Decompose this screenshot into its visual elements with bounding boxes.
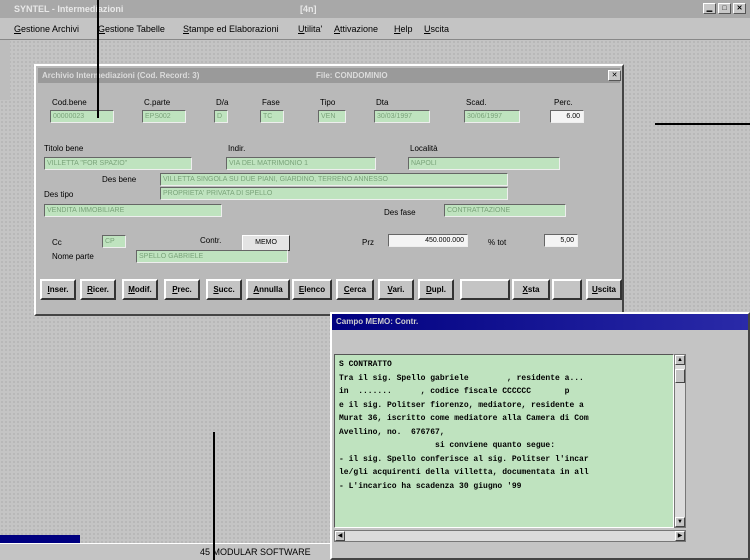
label-nome-parte: Nome parte (52, 252, 94, 261)
menu-utilita[interactable]: Utilita' (298, 24, 322, 34)
memo-line: Murat 36, iscritto come mediatore alla C… (339, 414, 589, 423)
archive-title: Archivio Intermediazioni (Cod. Record: 3… (42, 71, 200, 80)
dupl-button[interactable]: Dupl. (418, 279, 454, 300)
annulla-button[interactable]: Annulla (246, 279, 290, 300)
scroll-right-icon[interactable]: ▶ (675, 531, 685, 541)
memo-line: in ....... , codice fiscale CCCCCC p (339, 387, 570, 396)
minimize-icon[interactable]: ▁ (703, 3, 716, 14)
archive-close-icon[interactable]: ✕ (608, 70, 621, 81)
status-text: 45 MODULAR SOFTWARE (200, 547, 311, 557)
label-titolo-bene: Titolo bene (44, 144, 84, 153)
memo-button[interactable]: MEMO (242, 235, 290, 251)
scroll-left-icon[interactable]: ◀ (335, 531, 345, 541)
memo-title-bar: Campo MEMO: Contr. (332, 314, 748, 330)
cerca-button[interactable]: Cerca (336, 279, 374, 300)
tipo-field[interactable]: VEN (318, 110, 346, 123)
scroll-down-icon[interactable]: ▼ (675, 517, 685, 527)
modif-button[interactable]: Modif. (122, 279, 158, 300)
memo-line: S CONTRATTO (339, 360, 392, 369)
prec-button[interactable]: Prec. (164, 279, 200, 300)
label-scad: Scad. (466, 98, 487, 107)
localita-field[interactable]: NAPOLI (408, 157, 560, 170)
des-tipo-field[interactable]: VENDITA IMMOBILIARE (44, 204, 222, 217)
memo-text-area[interactable]: S CONTRATTO Tra il sig. Spello gabriele … (334, 354, 674, 528)
label-cod-bene: Cod.bene (52, 98, 87, 107)
indir-field[interactable]: VIA DEL MATRIMONIO 1 (226, 157, 376, 170)
label-perc: Perc. (554, 98, 573, 107)
c-parte-field[interactable]: EPS002 (142, 110, 186, 123)
memo-line: Avellino, no. 676767, (339, 427, 445, 437)
pct-tot-field[interactable]: 5,00 (544, 234, 578, 247)
memo-line: e il sig. Politser fiorenzo, mediatore, … (339, 400, 584, 410)
memo-vertical-scrollbar[interactable]: ▲ ▼ (674, 354, 686, 528)
des-fase-field[interactable]: CONTRATTAZIONE (444, 204, 566, 217)
label-des-tipo: Des tipo (44, 190, 74, 199)
close-icon[interactable]: ✕ (733, 3, 746, 14)
label-pct-tot: % tot (488, 238, 507, 247)
menu-gestione-archivi[interactable]: Gestione Archivi (14, 24, 79, 34)
menu-bar: Gestione Archivi Gestione Tabelle Stampe… (0, 18, 750, 40)
maximize-icon[interactable]: □ (718, 3, 731, 14)
label-c-parte: C.parte (144, 98, 171, 107)
menu-uscita[interactable]: Uscita (424, 24, 449, 34)
label-des-bene: Des bene (102, 175, 137, 184)
memo-line: - L'incarico ha scadenza 30 giugno '99 (339, 481, 522, 491)
label-contr: Contr. (200, 236, 222, 245)
archive-window: Archivio Intermediazioni (Cod. Record: 3… (34, 64, 624, 316)
inser-button[interactable]: Inser. (40, 279, 76, 300)
memo-line: si conviene quanto segue: (339, 441, 556, 450)
titolo-bene-field[interactable]: VILLETTA "FOR SPAZIO" (44, 157, 192, 170)
ricer-button[interactable]: Ricer. (80, 279, 116, 300)
label-indir: Indir. (228, 144, 246, 153)
empty-button-1[interactable] (460, 279, 510, 300)
memo-line: - il sig. Spello conferisce al sig. Poli… (339, 454, 589, 464)
memo-window: Campo MEMO: Contr. S CONTRATTO Tra il si… (330, 312, 750, 560)
xsta-button[interactable]: Xsta (512, 279, 550, 300)
cc-field[interactable]: CP (102, 235, 126, 248)
dta-field[interactable]: 30/03/1997 (374, 110, 430, 123)
app-title: SYNTEL - Intermediazioni (14, 4, 124, 14)
archive-title-bar: Archivio Intermediazioni (Cod. Record: 3… (38, 68, 621, 83)
menu-stampe[interactable]: Stampe ed Elaborazioni (183, 24, 279, 34)
callout-line-top (97, 0, 99, 118)
uscita-button[interactable]: Uscita (586, 279, 622, 300)
des-bene-field[interactable]: VILLETTA SINGOLA SU DUE PIANI, GIARDINO,… (160, 173, 508, 186)
prz-field[interactable]: 450.000.000 (388, 234, 468, 247)
succ-button[interactable]: Succ. (206, 279, 242, 300)
memo-line: Tra il sig. Spello gabriele , residente … (339, 373, 584, 383)
label-prz: Prz (362, 238, 374, 247)
scroll-up-icon[interactable]: ▲ (675, 355, 685, 365)
perc-field[interactable]: 6.00 (550, 110, 584, 123)
menu-gestione-tabelle[interactable]: Gestione Tabelle (98, 24, 165, 34)
status-bar: 45 MODULAR SOFTWARE (0, 543, 330, 560)
callout-line-right (655, 123, 750, 125)
fase-field[interactable]: TC (260, 110, 284, 123)
label-d-a: D/a (216, 98, 229, 107)
empty-button-2[interactable] (552, 279, 582, 300)
label-dta: Dta (376, 98, 389, 107)
cod-bene-field[interactable]: 00000023 (50, 110, 114, 123)
scad-field[interactable]: 30/06/1997 (464, 110, 520, 123)
memo-line: le/gli acquirenti della villetta, docume… (339, 468, 589, 477)
label-localita: Località (410, 144, 438, 153)
callout-line-bottom (213, 432, 215, 560)
memo-title: Campo MEMO: Contr. (336, 317, 419, 326)
menu-attivazione[interactable]: Attivazione (334, 24, 378, 34)
scroll-thumb[interactable] (675, 369, 685, 383)
window-number: [4n] (300, 4, 317, 14)
label-cc: Cc (52, 238, 62, 247)
archive-file-label: File: CONDOMINIO (316, 71, 388, 80)
main-title-bar: SYNTEL - Intermediazioni [4n] ▁ □ ✕ (0, 0, 750, 18)
label-des-fase: Des fase (384, 208, 416, 217)
elenco-button[interactable]: Elenco (292, 279, 332, 300)
label-tipo: Tipo (320, 98, 336, 107)
nome-parte-field[interactable]: SPELLO GABRIELE (136, 250, 288, 263)
memo-horizontal-scrollbar[interactable]: ◀ ▶ (334, 530, 686, 542)
vari-button[interactable]: Vari. (378, 279, 414, 300)
d-a-field[interactable]: D (214, 110, 228, 123)
label-fase: Fase (262, 98, 280, 107)
des-bene-field-line2[interactable]: PROPRIETA' PRIVATA DI SPELLO (160, 187, 508, 200)
menu-help[interactable]: Help (394, 24, 413, 34)
